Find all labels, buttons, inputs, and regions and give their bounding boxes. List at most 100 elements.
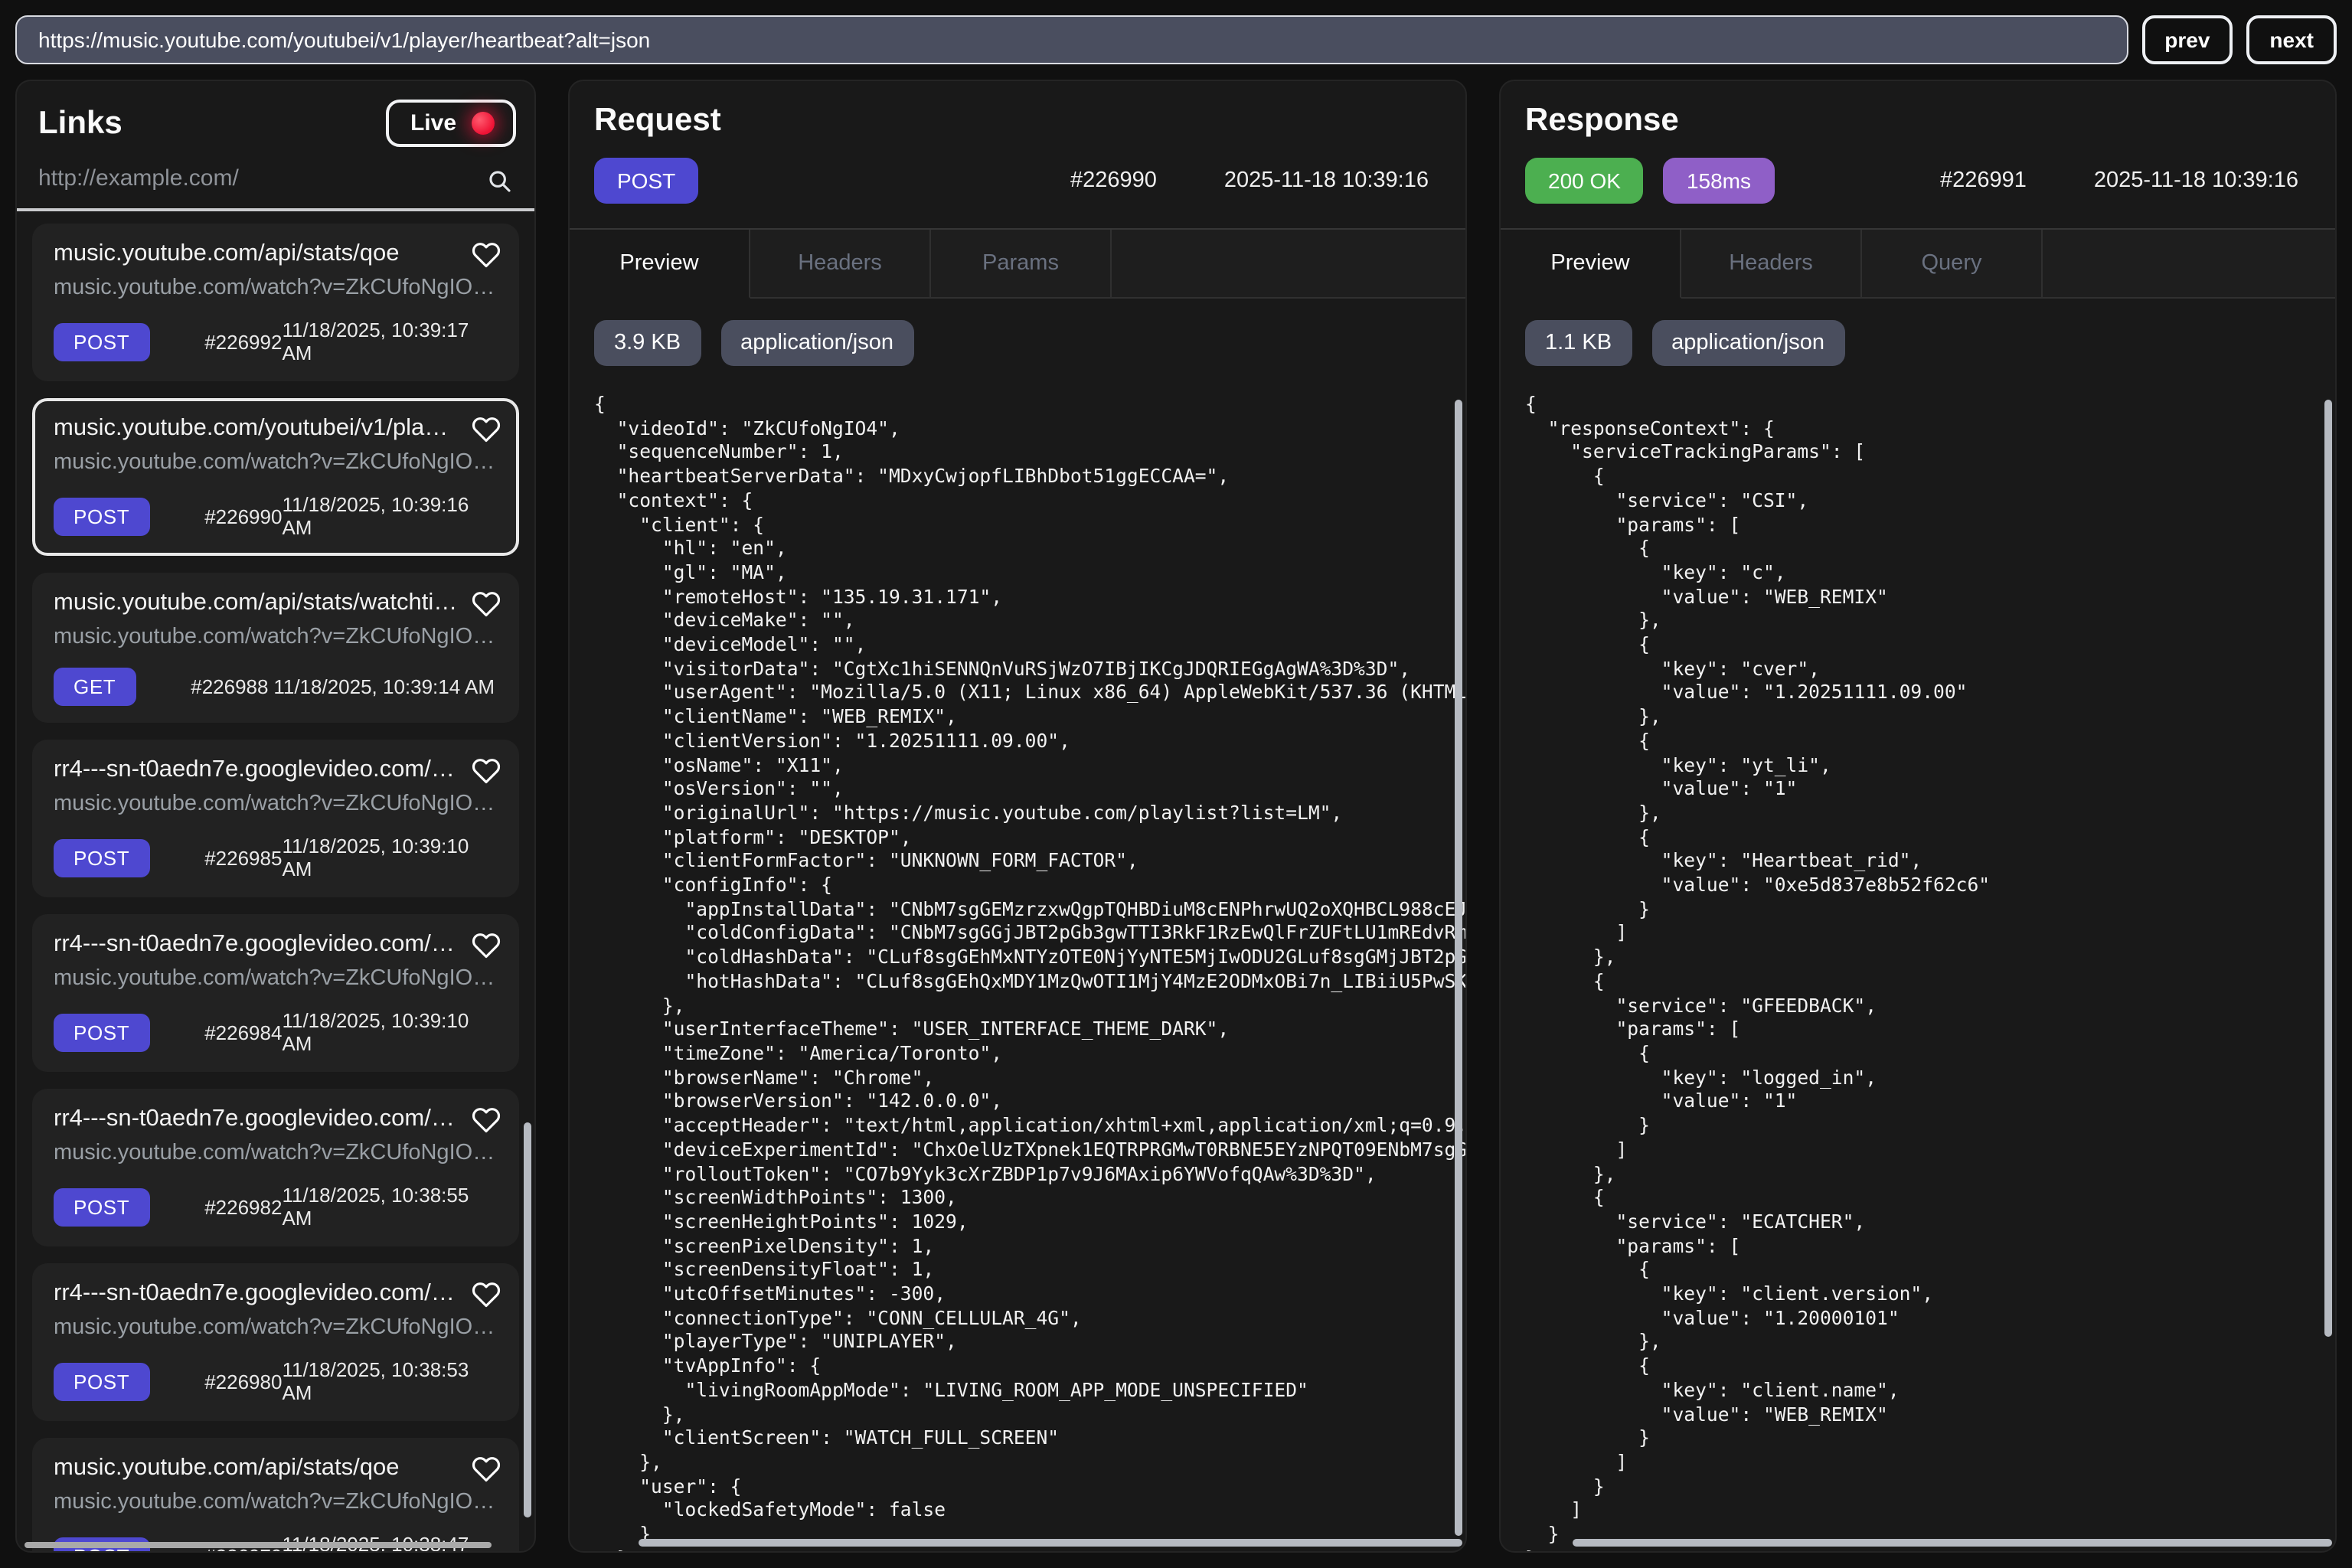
list-item-url: music.youtube.com/api/stats/watchtime <box>54 590 498 617</box>
list-item[interactable]: rr4---sn-t0aedn7e.googlevideo.com/vid… m… <box>32 1089 519 1246</box>
live-label: Live <box>410 110 456 136</box>
tab-preview[interactable]: Preview <box>1501 230 1681 299</box>
url-input[interactable] <box>15 15 2128 64</box>
list-item-url: music.youtube.com/api/stats/qoe <box>54 240 498 268</box>
method-badge: POST <box>54 322 149 361</box>
links-vertical-scrollbar[interactable] <box>524 1122 531 1517</box>
request-timestamp: 11/18/2025, 10:39:10 AM <box>282 1009 498 1055</box>
response-meta-row: 200 OK 158ms #226991 2025-11-18 10:39:16 <box>1501 158 2335 204</box>
request-size-badge: 3.9 KB <box>594 320 701 366</box>
tab-query[interactable]: Query <box>1862 230 2043 299</box>
favorite-heart-icon[interactable] <box>472 1106 501 1135</box>
request-meta-row: POST #226990 2025-11-18 10:39:16 <box>570 158 1465 204</box>
favorite-heart-icon[interactable] <box>472 756 501 786</box>
tab-params[interactable]: Params <box>931 230 1112 299</box>
response-panel: Response 200 OK 158ms #226991 2025-11-18… <box>1499 80 2337 1553</box>
list-item-page-url: music.youtube.com/watch?v=ZkCUfoNgIO4… <box>54 276 498 300</box>
request-id: #226990 <box>1070 168 1157 193</box>
tab-headers[interactable]: Headers <box>1681 230 1862 299</box>
request-timestamp: 11/18/2025, 10:39:10 AM <box>282 835 498 880</box>
list-item-url: rr4---sn-t0aedn7e.googlevideo.com/vid… <box>54 756 498 784</box>
response-panel-title: Response <box>1501 81 2335 139</box>
request-id: #226980 <box>204 1370 282 1393</box>
list-item[interactable]: music.youtube.com/api/stats/qoe music.yo… <box>32 1438 519 1551</box>
list-item-url: music.youtube.com/api/stats/qoe <box>54 1455 498 1482</box>
list-item[interactable]: music.youtube.com/api/stats/qoe music.yo… <box>32 224 519 381</box>
response-vertical-scrollbar[interactable] <box>2324 400 2332 1337</box>
favorite-heart-icon[interactable] <box>472 1280 501 1309</box>
favorite-heart-icon[interactable] <box>472 931 501 960</box>
favorite-heart-icon[interactable] <box>472 1455 501 1484</box>
list-item[interactable]: rr4---sn-t0aedn7e.googlevideo.com/vid… m… <box>32 740 519 897</box>
links-panel: Links Live music.youtube.com/ <box>15 80 536 1553</box>
list-item-meta: POST #226984 11/18/2025, 10:39:10 AM <box>54 1009 498 1055</box>
prev-button[interactable]: prev <box>2141 15 2233 64</box>
response-size-badge: 1.1 KB <box>1525 320 1632 366</box>
response-body-json: { "responseContext": { "serviceTrackingP… <box>1501 381 2335 1551</box>
links-header: Links Live <box>17 81 534 153</box>
list-item-meta: POST #226990 11/18/2025, 10:39:16 AM <box>54 493 498 539</box>
request-timestamp: 11/18/2025, 10:38:55 AM <box>282 1184 498 1230</box>
list-item-meta: GET #226988 11/18/2025, 10:39:14 AM <box>54 668 498 706</box>
request-body-json: { "videoId": "ZkCUfoNgIO4", "sequenceNum… <box>570 381 1465 1551</box>
list-item-meta: POST #226992 11/18/2025, 10:39:17 AM <box>54 318 498 364</box>
top-bar: prev next <box>0 0 2352 80</box>
tab-preview[interactable]: Preview <box>570 230 750 299</box>
request-id: #226990 <box>204 505 282 528</box>
list-item-url: rr4---sn-t0aedn7e.googlevideo.com/vid… <box>54 1106 498 1133</box>
list-item-page-url: music.youtube.com/watch?v=ZkCUfoNgIO4… <box>54 1315 498 1340</box>
next-button[interactable]: next <box>2246 15 2337 64</box>
list-item-url: rr4---sn-t0aedn7e.googlevideo.com/vid… <box>54 931 498 959</box>
request-id: #226988 <box>191 675 268 698</box>
list-item[interactable]: rr4---sn-t0aedn7e.googlevideo.com/vid… m… <box>32 914 519 1072</box>
search-icon <box>487 168 513 202</box>
tab-headers[interactable]: Headers <box>750 230 931 299</box>
method-badge: POST <box>54 838 149 877</box>
request-timestamp: 11/18/2025, 10:39:17 AM <box>282 318 498 364</box>
list-item-page-url: music.youtube.com/watch?v=ZkCUfoNgIO4… <box>54 792 498 816</box>
request-horizontal-scrollbar[interactable] <box>639 1539 1462 1547</box>
list-item[interactable]: music.youtube.com/youtubei/v1/player/… m… <box>32 398 519 556</box>
list-item[interactable]: rr4---sn-t0aedn7e.googlevideo.com/vid… m… <box>32 1263 519 1421</box>
request-content-type-badge: application/json <box>720 320 913 366</box>
method-badge: GET <box>54 668 136 706</box>
request-id: #226985 <box>204 846 282 869</box>
favorite-heart-icon[interactable] <box>472 415 501 444</box>
list-item-page-url: music.youtube.com/watch?v=ZkCUfoNgIO4… <box>54 450 498 475</box>
list-item-page-url: music.youtube.com/watch?v=ZkCUfoNgIO4… <box>54 1141 498 1165</box>
request-id: #226982 <box>204 1195 282 1218</box>
method-badge: POST <box>54 1187 149 1226</box>
search-input[interactable] <box>38 165 513 191</box>
request-id: #226992 <box>204 330 282 353</box>
links-list: music.youtube.com/api/stats/qoe music.yo… <box>17 211 534 1551</box>
list-item-page-url: music.youtube.com/watch?v=ZkCUfoNgIO4… <box>54 1490 498 1514</box>
list-item-meta: POST #226980 11/18/2025, 10:38:53 AM <box>54 1358 498 1404</box>
method-badge: POST <box>54 1362 149 1400</box>
response-status-badge: 200 OK <box>1525 158 1644 204</box>
favorite-heart-icon[interactable] <box>472 240 501 270</box>
links-horizontal-scrollbar[interactable] <box>24 1542 492 1548</box>
request-panel: Request POST #226990 2025-11-18 10:39:16… <box>568 80 1467 1553</box>
list-item-page-url: music.youtube.com/watch?v=ZkCUfoNgIO4… <box>54 625 498 649</box>
live-toggle-button[interactable]: Live <box>386 100 516 147</box>
method-badge: POST <box>54 1013 149 1051</box>
response-size-row: 1.1 KB application/json <box>1501 320 2335 366</box>
request-method-badge: POST <box>594 158 698 204</box>
request-panel-title: Request <box>570 81 1465 139</box>
response-horizontal-scrollbar[interactable] <box>1573 1539 2332 1547</box>
request-vertical-scrollbar[interactable] <box>1455 400 1462 1536</box>
response-tabs: Preview Headers Query <box>1501 228 2335 299</box>
main-content: Links Live music.youtube.com/ <box>0 80 2352 1553</box>
list-item-url: rr4---sn-t0aedn7e.googlevideo.com/vid… <box>54 1280 498 1308</box>
links-title: Links <box>38 105 122 142</box>
request-id: #226984 <box>204 1021 282 1044</box>
response-timestamp: 2025-11-18 10:39:16 <box>2094 168 2298 193</box>
list-item[interactable]: music.youtube.com/api/stats/watchtime mu… <box>32 573 519 723</box>
list-item-url: music.youtube.com/youtubei/v1/player/… <box>54 415 498 443</box>
favorite-heart-icon[interactable] <box>472 590 501 619</box>
links-search-row <box>17 153 534 211</box>
tabs-filler <box>1112 230 1465 299</box>
request-size-row: 3.9 KB application/json <box>570 320 1465 366</box>
list-item-meta: POST #226982 11/18/2025, 10:38:55 AM <box>54 1184 498 1230</box>
live-indicator-icon <box>472 112 495 135</box>
